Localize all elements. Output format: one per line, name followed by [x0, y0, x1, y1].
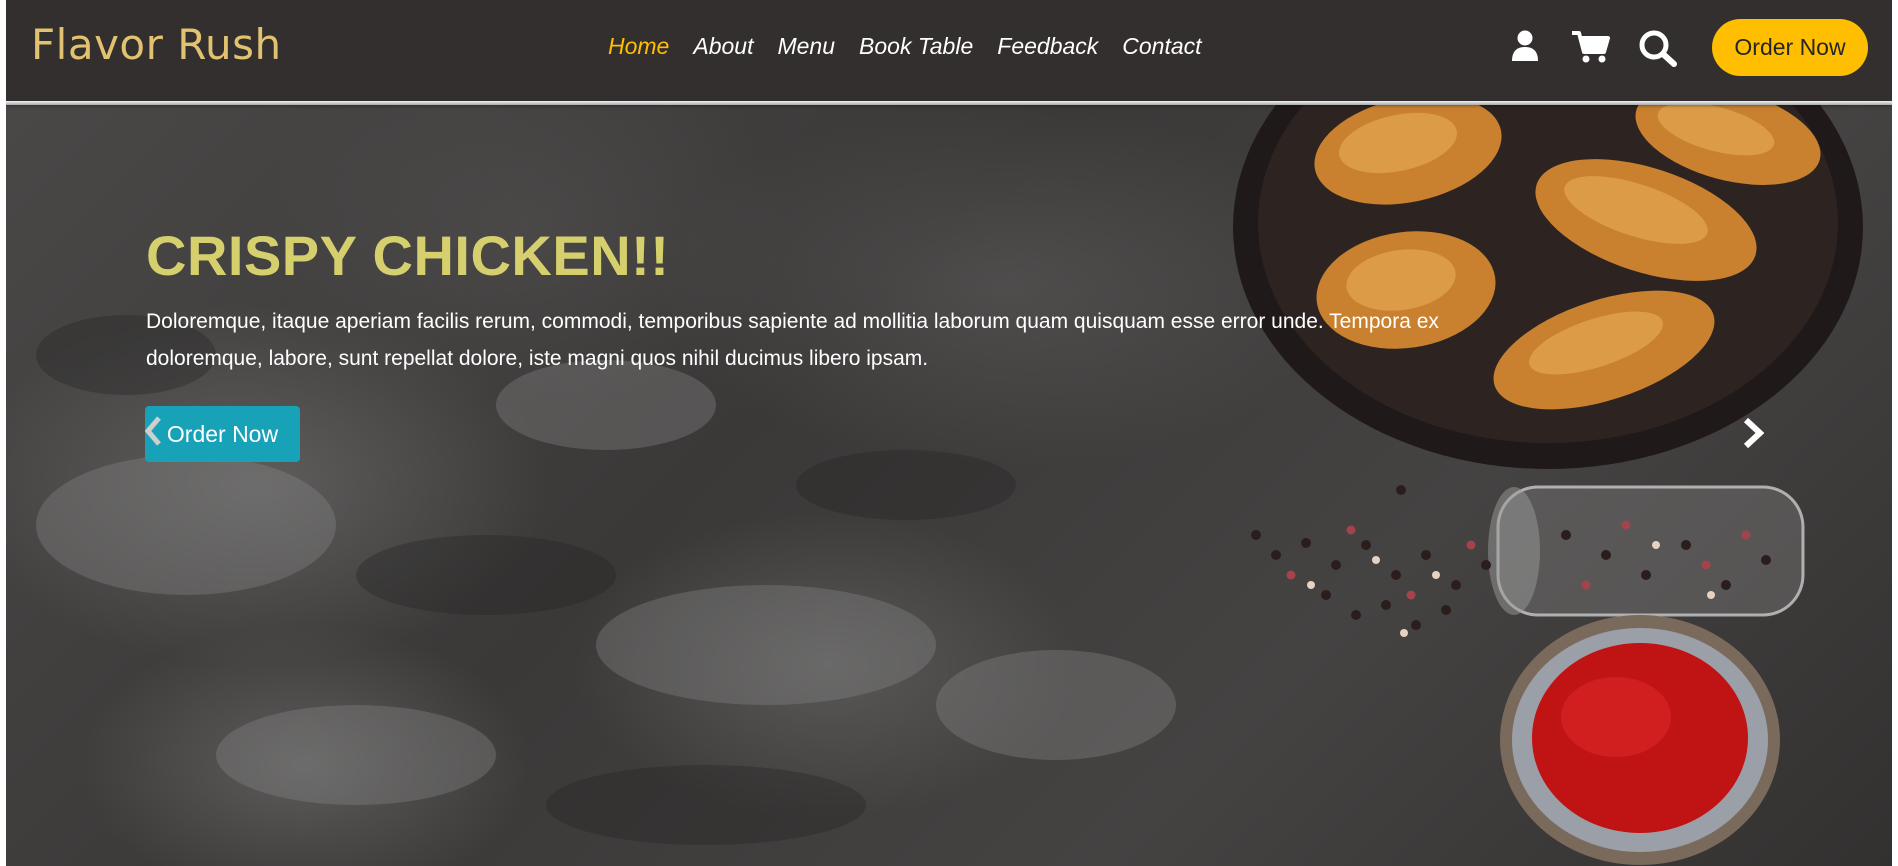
- chevron-left-icon[interactable]: [144, 416, 161, 450]
- hero-title: CRISPY CHICKEN!!: [146, 224, 670, 287]
- hero-background-image: [36, 105, 1863, 865]
- hero-description: Doloremque, itaque aperiam facilis rerum…: [146, 310, 1439, 370]
- nav-link-book-table[interactable]: Book Table: [859, 33, 973, 60]
- user-icon[interactable]: [1511, 30, 1539, 66]
- nav-link-home[interactable]: Home: [608, 33, 669, 60]
- main-nav: Home About Menu Book Table Feedback Cont…: [608, 33, 1202, 60]
- cart-icon[interactable]: [1572, 30, 1610, 68]
- nav-link-menu[interactable]: Menu: [777, 33, 835, 60]
- chevron-right-icon[interactable]: [1742, 417, 1765, 452]
- nav-link-contact[interactable]: Contact: [1122, 33, 1201, 60]
- search-icon[interactable]: [1638, 29, 1678, 71]
- navbar: Flavor Rush Home About Menu Book Table F…: [6, 0, 1892, 105]
- hero-order-button[interactable]: Order Now: [145, 406, 300, 462]
- nav-link-feedback[interactable]: Feedback: [997, 33, 1098, 60]
- page-frame: Flavor Rush Home About Menu Book Table F…: [6, 0, 1892, 866]
- sauce-bowl-image: [1500, 615, 1780, 865]
- nav-link-about[interactable]: About: [693, 33, 753, 60]
- hero-carousel: CRISPY CHICKEN!! Doloremque, itaque aper…: [6, 105, 1892, 866]
- chicken-plate-image: [1233, 105, 1863, 469]
- pepper-jar-image: [1488, 485, 1805, 617]
- nav-order-button[interactable]: Order Now: [1712, 19, 1868, 76]
- brand-logo[interactable]: Flavor Rush: [31, 20, 282, 69]
